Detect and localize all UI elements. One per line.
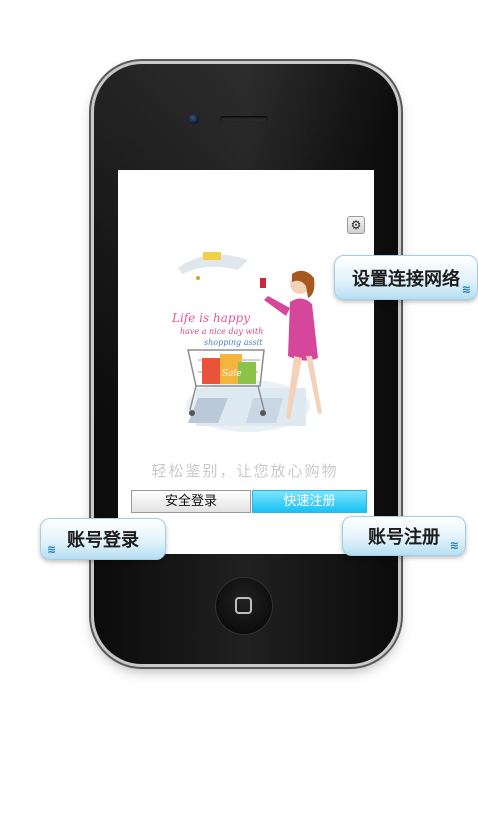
front-camera [189, 114, 199, 124]
illus-text-1: Life is happy [171, 311, 250, 325]
woman-dress [288, 298, 318, 361]
callout-account-register: 账号注册 ≋ [342, 516, 466, 556]
cart-wheel-1 [189, 410, 195, 416]
settings-button[interactable]: ⚙ [347, 216, 365, 234]
illus-text-2: have a nice day with [180, 327, 263, 336]
illus-text-3: shopping assit [204, 338, 263, 347]
earpiece-speaker [220, 116, 268, 122]
sale-tag: Sale [222, 369, 242, 379]
callout-network-settings: 设置连接网络 ≋ [334, 255, 478, 300]
wave-icon: ≋ [461, 283, 471, 296]
lamp-bulb [196, 276, 200, 280]
home-square-icon [235, 597, 252, 614]
lamp-tag [203, 252, 221, 260]
phone-in-hand [260, 278, 266, 288]
woman-arm [264, 296, 290, 316]
shopping-illustration: Life is happy have a nice day with shopp… [171, 252, 322, 432]
callout-login-label: 账号登录 [67, 530, 139, 551]
wave-icon: ≋ [47, 543, 57, 556]
gear-icon: ⚙ [350, 218, 362, 232]
callout-register-label: 账号注册 [368, 527, 440, 548]
secure-login-button[interactable]: 安全登录 [131, 490, 251, 513]
wave-icon: ≋ [449, 539, 459, 552]
bag-red [202, 358, 222, 384]
cart-wheel-2 [260, 410, 266, 416]
callout-account-login: 账号登录 ≋ [40, 518, 166, 560]
callout-network-label: 设置连接网络 [352, 268, 460, 290]
slogan-text: 轻松鉴别，让您放心购物 [151, 462, 339, 480]
quick-register-button[interactable]: 快速注册 [252, 490, 367, 513]
